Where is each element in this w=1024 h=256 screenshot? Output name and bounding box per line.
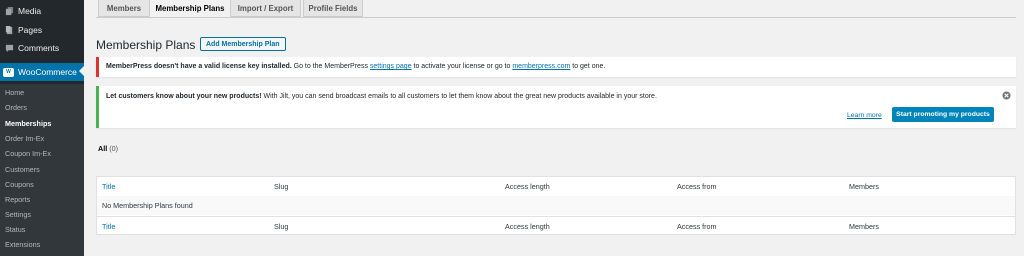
learn-more-link[interactable]: Learn more xyxy=(847,112,882,119)
tab-membership-plans[interactable]: Membership Plans xyxy=(149,0,231,17)
jilt-notice: Let customers know about your new produc… xyxy=(96,86,1016,128)
page-title: Membership Plans xyxy=(96,38,196,52)
menu-item-comments[interactable]: Comments xyxy=(0,39,84,57)
submenu-item-home[interactable]: Home xyxy=(5,88,24,97)
current-menu-arrow xyxy=(79,66,84,76)
table-footer-row: Title Slug Access length Access from Mem… xyxy=(97,216,1015,236)
jilt-notice-body: With Jilt, you can send broadcast emails… xyxy=(261,93,657,100)
woocommerce-logo-icon: W xyxy=(3,67,14,77)
comments-icon xyxy=(4,43,14,53)
footer-column-members: Members xyxy=(849,222,879,231)
license-notice: MemberPress doesn't have a valid license… xyxy=(96,57,1016,77)
settings-page-link[interactable]: settings page xyxy=(370,63,412,70)
submenu-item-settings[interactable]: Settings xyxy=(5,210,31,219)
submenu-item-extensions[interactable]: Extensions xyxy=(5,240,40,249)
column-members: Members xyxy=(849,182,879,191)
tab-import-export[interactable]: Import / Export xyxy=(230,0,301,17)
memberpress-link[interactable]: memberpress.com xyxy=(512,63,570,70)
footer-column-access-length: Access length xyxy=(505,222,550,231)
footer-column-title[interactable]: Title xyxy=(102,217,115,236)
dismiss-icon[interactable] xyxy=(1002,91,1011,100)
menu-label-pages: Pages xyxy=(18,25,43,35)
tab-members[interactable]: Members xyxy=(98,0,150,17)
column-title[interactable]: Title xyxy=(102,177,115,196)
footer-column-slug: Slug xyxy=(274,222,289,231)
license-notice-bold: MemberPress doesn't have a valid license… xyxy=(106,63,292,70)
media-icon xyxy=(4,6,14,16)
jilt-notice-text: Let customers know about your new produc… xyxy=(106,93,657,100)
menu-item-woocommerce[interactable]: W WooCommerce xyxy=(0,63,84,81)
submenu-item-order-im-ex[interactable]: Order Im-Ex xyxy=(5,134,44,143)
submenu-item-memberships[interactable]: Memberships xyxy=(5,119,51,128)
filter-all[interactable]: All (0) xyxy=(98,144,118,153)
submenu-item-status[interactable]: Status xyxy=(5,225,25,234)
table-header-row: Title Slug Access length Access from Mem… xyxy=(97,177,1015,197)
menu-label-woocommerce: WooCommerce xyxy=(18,67,77,77)
submenu-item-reports[interactable]: Reports xyxy=(5,195,30,204)
table-empty-row: No Membership Plans found xyxy=(97,196,1015,215)
license-notice-text-1: Go to the MemberPress xyxy=(291,63,370,70)
menu-item-pages[interactable]: Pages xyxy=(0,21,84,39)
filter-all-count: (0) xyxy=(109,144,118,153)
license-notice-text-2: to activate your license or go to xyxy=(411,63,513,70)
filter-all-label: All xyxy=(98,144,108,153)
start-promoting-button[interactable]: Start promoting my products xyxy=(892,107,994,122)
column-access-from: Access from xyxy=(677,182,717,191)
license-notice-text-3: to get one. xyxy=(570,63,606,70)
submenu-item-customers[interactable]: Customers xyxy=(5,165,40,174)
menu-item-media[interactable]: Media xyxy=(0,2,84,20)
pages-icon xyxy=(4,25,14,35)
jilt-notice-bold: Let customers know about your new produc… xyxy=(106,93,262,100)
tabs-divider xyxy=(96,17,1016,18)
admin-sidebar: Media Pages Comments W WooCommerce Home … xyxy=(0,0,84,256)
column-access-length: Access length xyxy=(505,182,550,191)
woocommerce-submenu: Home Orders Memberships Order Im-Ex Coup… xyxy=(0,84,84,256)
license-notice-text: MemberPress doesn't have a valid license… xyxy=(106,63,605,70)
tab-profile-fields[interactable]: Profile Fields xyxy=(303,0,363,17)
menu-label-comments: Comments xyxy=(18,43,60,53)
footer-column-access-from: Access from xyxy=(677,222,717,231)
add-membership-plan-button[interactable]: Add Membership Plan xyxy=(200,37,286,51)
submenu-item-coupon-im-ex[interactable]: Coupon Im-Ex xyxy=(5,149,51,158)
empty-message: No Membership Plans found xyxy=(102,201,193,210)
column-slug: Slug xyxy=(274,182,289,191)
submenu-item-coupons[interactable]: Coupons xyxy=(5,180,34,189)
menu-label-media: Media xyxy=(18,6,42,16)
submenu-item-orders[interactable]: Orders xyxy=(5,103,27,112)
membership-plans-table: Title Slug Access length Access from Mem… xyxy=(96,176,1016,235)
